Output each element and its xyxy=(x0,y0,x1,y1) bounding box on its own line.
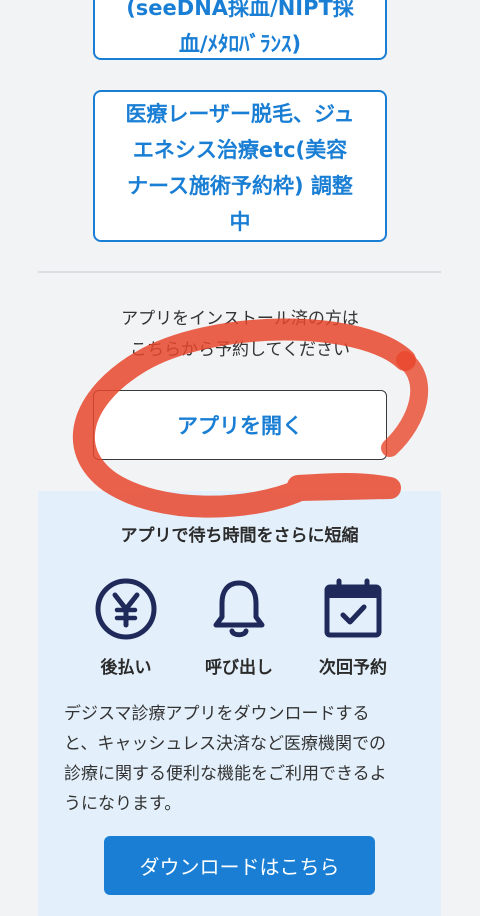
feature-label: 後払い xyxy=(100,658,152,678)
feature-label: 呼び出し xyxy=(205,658,273,678)
feature-call: 呼び出し xyxy=(179,577,299,678)
menu-card-beauty-treatment[interactable]: 医療レーザー脱毛、ジュ エネシス治療etc(美容 ナース施術予約枠) 調整 中 xyxy=(93,90,387,242)
install-note: アプリをインストール済の方は こちらから予約してください xyxy=(0,304,480,366)
section-divider xyxy=(38,271,441,273)
page: (seeDNA採血/NIPT採 血/ﾒﾀﾛﾊﾞﾗﾝｽ) 医療レーザー脱毛、ジュ … xyxy=(0,0,480,916)
feature-deferred-payment: 後払い xyxy=(66,577,186,678)
menu-card-line: (seeDNA採血/NIPT採 xyxy=(126,0,354,20)
menu-card-line: ナース施術予約枠) 調整 xyxy=(127,174,353,198)
feature-label: 次回予約 xyxy=(319,658,387,678)
download-app-button[interactable]: ダウンロードはこちら xyxy=(104,836,375,895)
promo-description: デジスマ診療アプリをダウンロードする と、キャッシュレス決済など医療機関での 診… xyxy=(64,699,415,819)
menu-card-line: エネシス治療etc(美容 xyxy=(132,138,348,162)
menu-card-line: 中 xyxy=(229,210,251,234)
promo-desc-line: デジスマ診療アプリをダウンロードする xyxy=(64,704,370,724)
open-app-button[interactable]: アプリを開く xyxy=(93,390,387,460)
install-note-line: アプリをインストール済の方は xyxy=(121,309,359,329)
promo-desc-line: うになります。 xyxy=(64,794,182,814)
promo-desc-line: と、キャッシュレス決済など医療機関での xyxy=(64,734,386,754)
menu-card-line: 血/ﾒﾀﾛﾊﾞﾗﾝｽ) xyxy=(178,32,302,56)
yen-icon xyxy=(95,578,157,640)
download-label: ダウンロードはこちら xyxy=(139,855,340,879)
bell-icon xyxy=(213,580,265,638)
app-promo-panel: アプリで待ち時間をさらに短縮 後払い 呼び出し 次回予約 デジスマ診療アプリをダ… xyxy=(38,491,441,916)
install-note-line: こちらから予約してください xyxy=(130,340,350,360)
promo-desc-line: 診療に関する便利な機能をご利用できるよ xyxy=(64,764,387,784)
menu-card-genetic-tests[interactable]: (seeDNA採血/NIPT採 血/ﾒﾀﾛﾊﾞﾗﾝｽ) xyxy=(93,0,387,60)
calendar-check-icon xyxy=(324,578,382,638)
menu-card-line: 医療レーザー脱毛、ジュ xyxy=(125,102,355,126)
promo-title: アプリで待ち時間をさらに短縮 xyxy=(120,526,359,546)
feature-next-appointment: 次回予約 xyxy=(293,577,413,678)
open-app-label: アプリを開く xyxy=(177,414,303,438)
